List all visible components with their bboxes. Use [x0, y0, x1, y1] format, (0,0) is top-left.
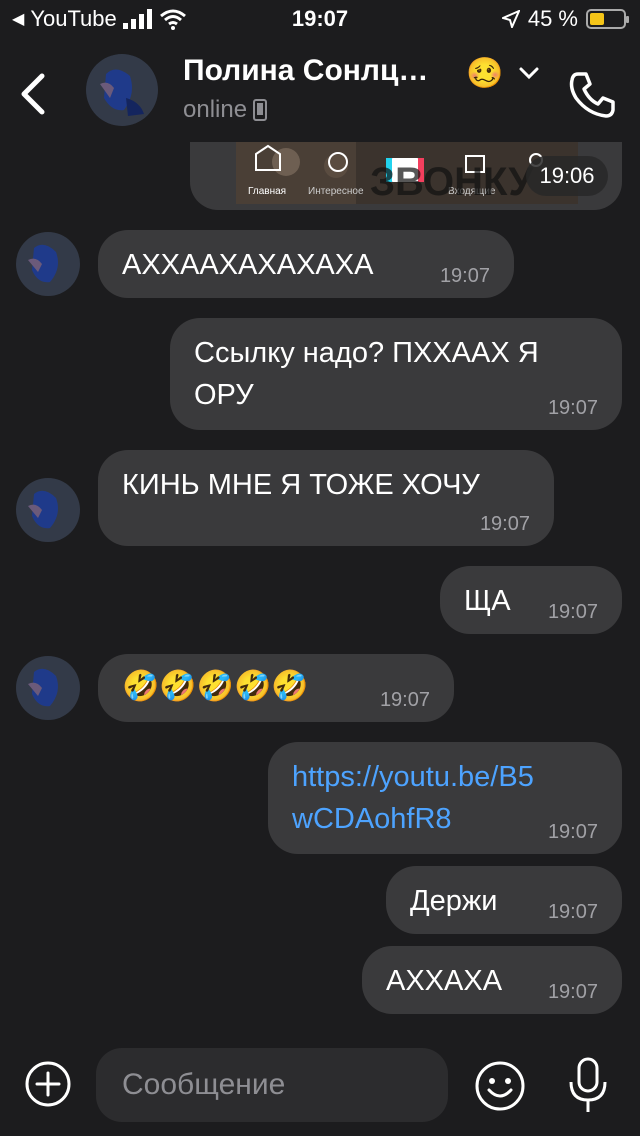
message-text: АХХААХАХАХАХА [122, 249, 374, 281]
chevron-down-icon[interactable] [518, 66, 540, 80]
sender-avatar[interactable] [16, 656, 80, 720]
chat-header: Полина Сонлц… 🥴 online [0, 42, 640, 142]
media-tab-home: Главная [248, 186, 287, 197]
message-link[interactable]: https://youtu.be/B5wCDAohfR8 [292, 756, 550, 840]
message-text: Держи [410, 885, 498, 917]
status-label: online [183, 96, 248, 123]
message-time: 19:07 [547, 821, 598, 843]
message-text: ЩА [464, 585, 511, 617]
message-text: Ссылку надо? ПХХААХ Я ОРУ [194, 337, 539, 411]
message-text: КИНЬ МНЕ Я ТОЖЕ ХОЧУ [122, 469, 480, 501]
message-time: 19:07 [547, 981, 598, 1003]
message-time: 19:07 [379, 689, 430, 711]
status-bar: ◀ YouTube 19:07 45 % [0, 0, 640, 42]
phone-icon[interactable] [566, 68, 618, 120]
message-time: 19:07 [547, 601, 598, 623]
chat-area[interactable]: Главная Интересное Входящие ЗВОНКУ 19:06… [0, 142, 640, 1032]
battery-level [590, 13, 604, 25]
message-input[interactable]: Сообщение [96, 1048, 448, 1122]
message-bubble-outgoing[interactable]: Ссылку надо? ПХХААХ Я ОРУ 19:07 [170, 318, 622, 430]
media-time: 19:06 [526, 156, 608, 196]
message-bubble-incoming[interactable]: АХХААХАХАХАХА 19:07 [98, 230, 514, 298]
contact-status: online [183, 96, 268, 124]
battery-icon [586, 9, 629, 29]
message-time: 19:07 [547, 901, 598, 923]
message-bubble-outgoing[interactable]: АХХАХА 19:07 [362, 946, 622, 1014]
location-arrow-icon [501, 10, 520, 28]
plus-circle-icon[interactable] [24, 1060, 72, 1108]
battery-percent: 45 % [527, 6, 578, 31]
message-bubble-incoming[interactable]: КИНЬ МНЕ Я ТОЖЕ ХОЧУ 19:07 [98, 450, 554, 546]
message-time: 19:07 [547, 397, 598, 419]
phone-device-icon [253, 99, 268, 121]
back-arrow-icon[interactable] [14, 70, 54, 118]
message-bubble-outgoing[interactable]: https://youtu.be/B5wCDAohfR8 19:07 [268, 742, 622, 854]
message-bubble-incoming[interactable]: 🤣🤣🤣🤣🤣 19:07 [98, 654, 454, 722]
message-time: 19:07 [479, 513, 530, 535]
microphone-icon[interactable] [566, 1056, 610, 1116]
contact-name[interactable]: Полина Сонлц… [183, 54, 428, 88]
contact-avatar[interactable] [86, 54, 158, 126]
smile-icon[interactable] [474, 1060, 526, 1112]
message-text: АХХАХА [386, 965, 503, 997]
media-overlay-text: ЗВОНКУ [370, 160, 534, 204]
contact-emoji: 🥴 [466, 57, 504, 90]
message-bubble-outgoing[interactable]: Держи 19:07 [386, 866, 622, 934]
message-bubble-outgoing[interactable]: ЩА 19:07 [440, 566, 622, 634]
media-tab-explore: Интересное [308, 186, 364, 197]
sender-avatar[interactable] [16, 232, 80, 296]
sender-avatar[interactable] [16, 478, 80, 542]
message-time: 19:07 [439, 265, 490, 287]
message-text: 🤣🤣🤣🤣🤣 [122, 670, 309, 703]
composer-bar: Сообщение [0, 1032, 640, 1136]
